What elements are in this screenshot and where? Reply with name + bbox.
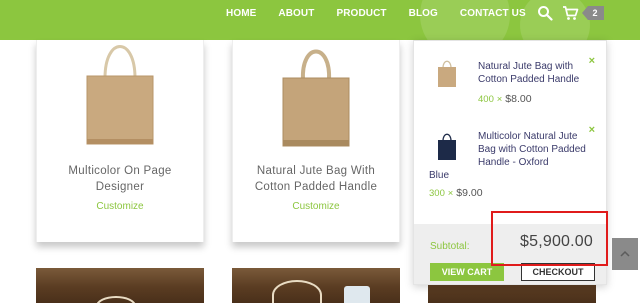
multiply-sign: × xyxy=(447,188,454,199)
product-image[interactable] xyxy=(75,40,165,160)
cart-item: Natural Jute Bag with Cotton Padded Hand… xyxy=(414,53,608,123)
view-cart-button[interactable]: VIEW CART xyxy=(430,263,504,281)
checkout-button[interactable]: CHECKOUT xyxy=(521,263,595,281)
nav-blog[interactable]: BLOG xyxy=(409,8,438,19)
cart-subtotal-section: Subtotal: $5,900.00 VIEW CART CHECKOUT xyxy=(414,224,606,284)
cart-item-unit-price: $9.00 xyxy=(456,187,483,199)
product-card[interactable]: Natural Jute Bag With Cotton Padded Hand… xyxy=(232,40,400,242)
cart-item-name[interactable]: Multicolor Natural Jute Bag with Cotton … xyxy=(478,130,586,169)
blue-print-bag xyxy=(344,286,370,303)
main-menu: HOME ABOUT PRODUCT BLOG CONTACT US xyxy=(226,0,548,26)
bag-handle xyxy=(272,280,322,303)
product-image[interactable] xyxy=(232,268,400,303)
nav-home[interactable]: HOME xyxy=(226,8,256,19)
top-navigation-bar: HOME ABOUT PRODUCT BLOG CONTACT US 2 xyxy=(0,0,640,60)
product-image[interactable] xyxy=(36,268,204,303)
mini-cart-dropdown: Natural Jute Bag with Cotton Padded Hand… xyxy=(413,40,607,285)
bag-handle xyxy=(96,296,136,303)
nav-contact-us[interactable]: CONTACT US xyxy=(460,8,526,19)
product-card[interactable]: Multicolor On Page Designer Customize xyxy=(36,40,204,242)
cart-item-thumbnail[interactable] xyxy=(436,58,458,90)
remove-item-icon[interactable]: × xyxy=(589,55,595,67)
subtotal-label: Subtotal: xyxy=(430,241,470,252)
cart-item-qty: 300 xyxy=(429,188,445,199)
cart-item-name-tail[interactable]: Blue xyxy=(429,170,449,181)
product-title[interactable]: Multicolor On Page Designer xyxy=(45,163,195,195)
chevron-up-icon xyxy=(620,250,630,257)
cart-item-qty: 400 xyxy=(478,94,494,105)
multiply-sign: × xyxy=(496,94,503,105)
cart-item-price: 400 × $8.00 xyxy=(478,93,532,105)
product-title[interactable]: Natural Jute Bag With Cotton Padded Hand… xyxy=(241,163,391,195)
cart-item-unit-price: $8.00 xyxy=(505,93,532,105)
remove-item-icon[interactable]: × xyxy=(589,124,595,136)
cart-item-thumbnail[interactable] xyxy=(436,131,458,163)
nav-product[interactable]: PRODUCT xyxy=(336,8,386,19)
subtotal-amount: $5,900.00 xyxy=(520,233,593,250)
scroll-to-top-button[interactable] xyxy=(612,238,638,270)
cart-item-price: 300 × $9.00 xyxy=(429,187,483,199)
customize-link[interactable]: Customize xyxy=(233,201,399,212)
product-image[interactable] xyxy=(271,40,361,160)
cart-item-name[interactable]: Natural Jute Bag with Cotton Padded Hand… xyxy=(478,60,586,86)
cart-icon[interactable] xyxy=(562,5,579,21)
nav-about[interactable]: ABOUT xyxy=(278,8,314,19)
search-icon[interactable] xyxy=(537,5,553,21)
cart-item: Multicolor Natural Jute Bag with Cotton … xyxy=(414,123,608,223)
customize-link[interactable]: Customize xyxy=(37,201,203,212)
